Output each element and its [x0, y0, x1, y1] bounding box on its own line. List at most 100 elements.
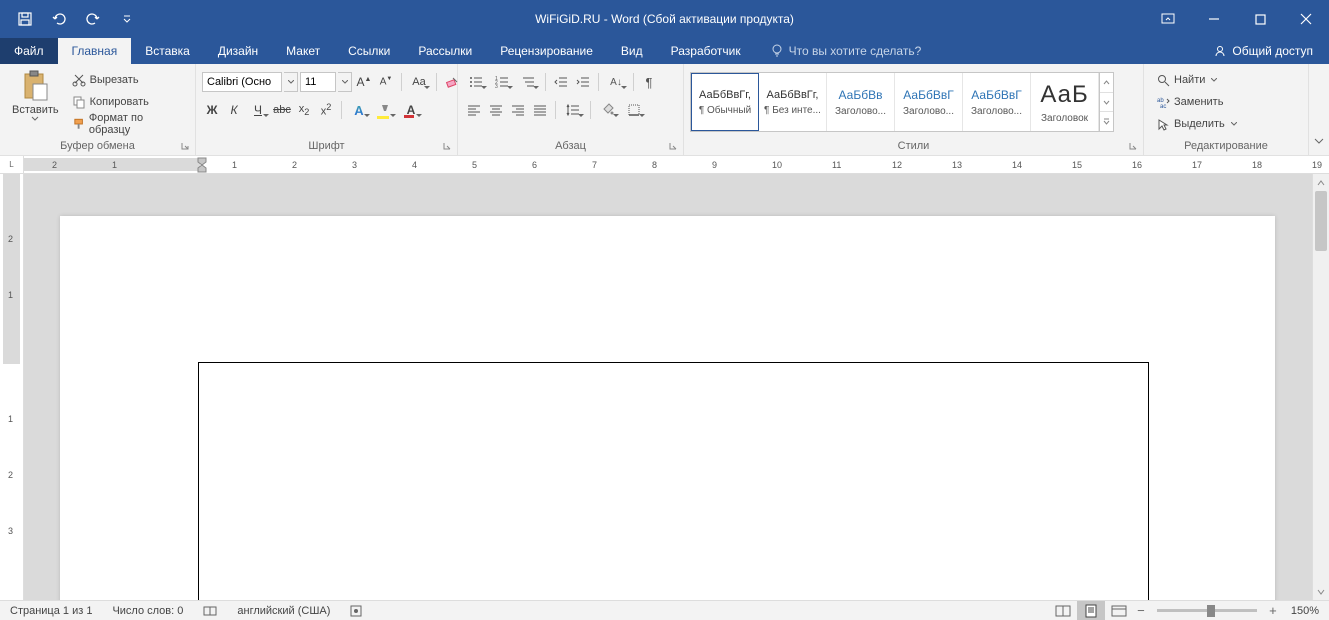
- chevron-down-icon: [1231, 122, 1237, 126]
- collapse-ribbon-button[interactable]: [1309, 131, 1329, 151]
- replace-button[interactable]: abac Заменить: [1154, 92, 1240, 112]
- strikethrough-button[interactable]: abc: [272, 100, 292, 120]
- italic-button[interactable]: К: [224, 100, 244, 120]
- zoom-out-button[interactable]: −: [1133, 603, 1149, 618]
- borders-button[interactable]: [622, 100, 646, 120]
- line-spacing-button[interactable]: [561, 100, 585, 120]
- close-button[interactable]: [1283, 0, 1329, 38]
- save-button[interactable]: [10, 4, 40, 34]
- format-painter-button[interactable]: Формат по образцу: [69, 114, 185, 134]
- font-size-combobox[interactable]: 11: [300, 72, 336, 92]
- underline-button[interactable]: Ч: [246, 100, 270, 120]
- clipboard-dialog-launcher[interactable]: [179, 141, 191, 153]
- spellcheck-button[interactable]: [193, 601, 227, 620]
- paste-button[interactable]: Вставить: [6, 68, 65, 123]
- justify-button[interactable]: [530, 100, 550, 120]
- styles-dialog-launcher[interactable]: [1127, 141, 1139, 153]
- page-indicator[interactable]: Страница 1 из 1: [0, 601, 102, 620]
- tell-me-search[interactable]: Что вы хотите сделать?: [755, 38, 922, 64]
- tab-view[interactable]: Вид: [607, 38, 657, 64]
- share-button[interactable]: Общий доступ: [1204, 38, 1323, 64]
- clear-formatting-button[interactable]: [442, 72, 462, 92]
- align-left-button[interactable]: [464, 100, 484, 120]
- text-effects-button[interactable]: A: [347, 100, 371, 120]
- minimize-button[interactable]: [1191, 0, 1237, 38]
- vertical-scrollbar[interactable]: [1312, 174, 1329, 600]
- ribbon-options-button[interactable]: [1145, 0, 1191, 38]
- bullets-button[interactable]: [464, 72, 488, 92]
- grow-font-button[interactable]: A▲: [354, 72, 374, 92]
- record-icon: [350, 605, 362, 617]
- show-marks-button[interactable]: ¶: [639, 72, 659, 92]
- language-indicator[interactable]: английский (США): [227, 601, 340, 620]
- style-no-spacing[interactable]: АаБбВвГг,¶ Без инте...: [759, 73, 827, 131]
- shading-button[interactable]: [596, 100, 620, 120]
- maximize-button[interactable]: [1237, 0, 1283, 38]
- print-layout-button[interactable]: [1077, 601, 1105, 620]
- multilevel-button[interactable]: [516, 72, 540, 92]
- gallery-down-button[interactable]: [1100, 93, 1113, 113]
- subscript-button[interactable]: x2: [294, 100, 314, 120]
- font-name-combobox[interactable]: Calibri (Осно: [202, 72, 282, 92]
- copy-icon: [72, 95, 86, 109]
- undo-button[interactable]: [44, 4, 74, 34]
- superscript-button[interactable]: x2: [316, 100, 336, 120]
- style-title[interactable]: АаБЗаголовок: [1031, 73, 1099, 131]
- align-center-button[interactable]: [486, 100, 506, 120]
- font-color-button[interactable]: A: [399, 100, 423, 120]
- cut-button[interactable]: Вырезать: [69, 70, 185, 90]
- word-count[interactable]: Число слов: 0: [102, 601, 193, 620]
- read-mode-button[interactable]: [1049, 601, 1077, 620]
- web-layout-button[interactable]: [1105, 601, 1133, 620]
- ribbon: Вставить Вырезать Копировать Формат по о…: [0, 64, 1329, 156]
- highlighter-icon: [379, 103, 391, 117]
- decrease-indent-button[interactable]: [551, 72, 571, 92]
- zoom-level[interactable]: 150%: [1281, 601, 1329, 620]
- tab-references[interactable]: Ссылки: [334, 38, 404, 64]
- page[interactable]: [60, 216, 1275, 600]
- tab-mailings[interactable]: Рассылки: [404, 38, 486, 64]
- document-area[interactable]: [24, 174, 1312, 600]
- tab-insert[interactable]: Вставка: [131, 38, 204, 64]
- increase-indent-button[interactable]: [573, 72, 593, 92]
- highlight-button[interactable]: [373, 100, 397, 120]
- font-size-dropdown[interactable]: [338, 72, 352, 92]
- tab-file[interactable]: Файл: [0, 38, 58, 64]
- font-dialog-launcher[interactable]: [441, 141, 453, 153]
- qat-customize-button[interactable]: [112, 4, 142, 34]
- sort-button[interactable]: A↓: [604, 72, 628, 92]
- tab-review[interactable]: Рецензирование: [486, 38, 607, 64]
- horizontal-ruler[interactable]: L 2112345678910111213141516171819: [0, 156, 1329, 174]
- find-button[interactable]: Найти: [1154, 70, 1240, 90]
- change-case-button[interactable]: Aa: [407, 72, 431, 92]
- scroll-up-button[interactable]: [1313, 174, 1329, 191]
- table[interactable]: [198, 362, 1149, 600]
- shrink-font-button[interactable]: A▼: [376, 72, 396, 92]
- style-normal[interactable]: АаБбВвГг,¶ Обычный: [691, 73, 759, 131]
- copy-button[interactable]: Копировать: [69, 92, 185, 112]
- align-right-button[interactable]: [508, 100, 528, 120]
- numbering-button[interactable]: 123: [490, 72, 514, 92]
- style-heading1[interactable]: АаБбВвЗаголово...: [827, 73, 895, 131]
- tab-home[interactable]: Главная: [58, 38, 132, 64]
- style-heading3[interactable]: АаБбВвГЗаголово...: [963, 73, 1031, 131]
- zoom-slider[interactable]: [1157, 609, 1257, 612]
- tab-design[interactable]: Дизайн: [204, 38, 272, 64]
- scroll-thumb[interactable]: [1315, 191, 1327, 251]
- redo-button[interactable]: [78, 4, 108, 34]
- gallery-up-button[interactable]: [1100, 73, 1113, 93]
- group-styles: АаБбВвГг,¶ Обычный АаБбВвГг,¶ Без инте..…: [684, 64, 1144, 155]
- macro-button[interactable]: [340, 601, 372, 620]
- scroll-down-button[interactable]: [1313, 583, 1329, 600]
- gallery-more-button[interactable]: [1100, 112, 1113, 131]
- tab-layout[interactable]: Макет: [272, 38, 334, 64]
- select-button[interactable]: Выделить: [1154, 114, 1240, 134]
- paragraph-dialog-launcher[interactable]: [667, 141, 679, 153]
- bold-button[interactable]: Ж: [202, 100, 222, 120]
- vertical-ruler[interactable]: 21123: [0, 174, 24, 600]
- tab-developer[interactable]: Разработчик: [657, 38, 755, 64]
- zoom-in-button[interactable]: +: [1265, 603, 1281, 618]
- style-heading2[interactable]: АаБбВвГЗаголово...: [895, 73, 963, 131]
- font-name-dropdown[interactable]: [284, 72, 298, 92]
- zoom-thumb[interactable]: [1207, 605, 1215, 617]
